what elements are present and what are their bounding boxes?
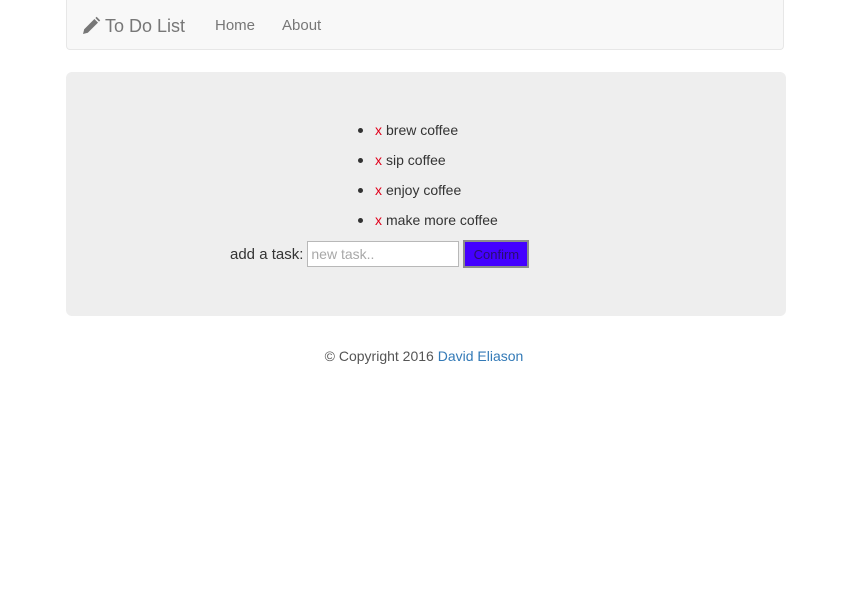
copyright-text: © Copyright 2016 [324, 348, 434, 364]
task-item: x make more coffee [358, 209, 498, 239]
confirm-button[interactable]: Confirm [463, 240, 530, 268]
add-task-form: add a task: Confirm [230, 240, 530, 268]
remove-task-button[interactable]: x [375, 182, 382, 198]
task-item: x brew coffee [358, 119, 498, 149]
remove-task-button[interactable]: x [375, 212, 382, 228]
task-item: x sip coffee [358, 149, 498, 179]
todo-panel: x brew coffee x sip coffee x enjoy coffee x… [66, 72, 786, 316]
author-link[interactable]: David Eliason [438, 348, 524, 364]
task-list: x brew coffee x sip coffee x enjoy coffee x… [358, 119, 498, 239]
add-task-label: add a task: [230, 245, 304, 263]
task-item: x enjoy coffee [358, 179, 498, 209]
navbar: To Do List Home About [66, 0, 784, 50]
nav-link-home[interactable]: Home [215, 17, 255, 34]
task-text: make more coffee [386, 212, 498, 228]
remove-task-button[interactable]: x [375, 122, 382, 138]
task-text: enjoy coffee [386, 182, 462, 198]
brand-title: To Do List [105, 15, 186, 36]
bullet [358, 128, 363, 133]
footer: © Copyright 2016 David Eliason [0, 348, 848, 364]
task-text: brew coffee [386, 122, 459, 138]
task-text: sip coffee [386, 152, 446, 168]
bullet [358, 218, 363, 223]
brand-link[interactable]: To Do List [81, 14, 185, 38]
remove-task-button[interactable]: x [375, 152, 382, 168]
new-task-input[interactable] [307, 241, 460, 267]
pencil-icon [83, 16, 101, 34]
bullet [358, 188, 363, 193]
bullet [358, 158, 363, 163]
nav-link-about[interactable]: About [282, 17, 321, 34]
